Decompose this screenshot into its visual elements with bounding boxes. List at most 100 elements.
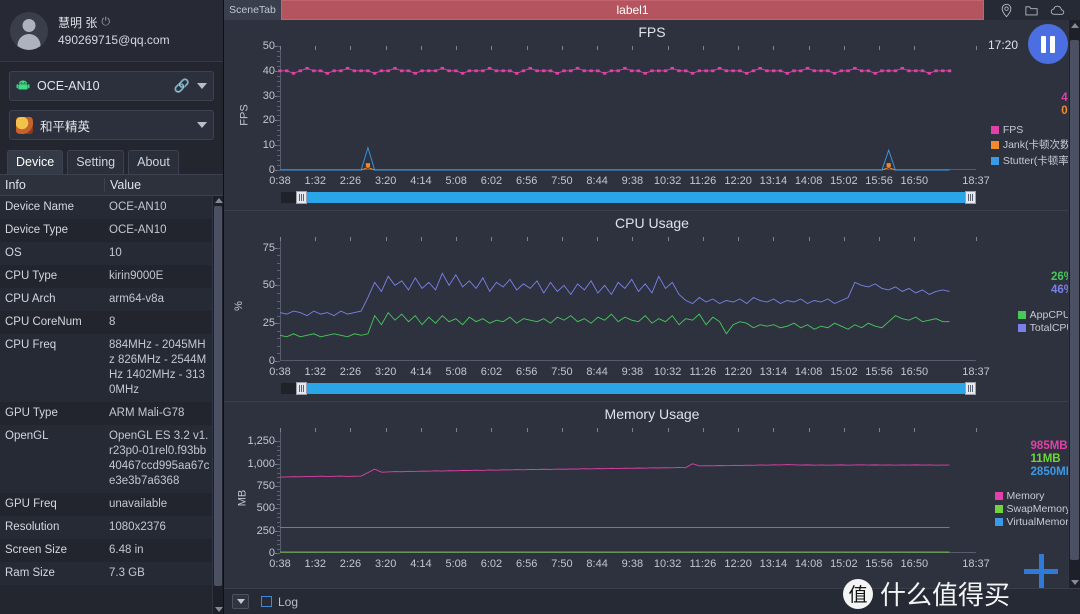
legend-item[interactable]: VirtualMemory bbox=[994, 516, 1074, 528]
legend-item[interactable]: SwapMemory bbox=[994, 503, 1075, 515]
chevron-down-icon[interactable] bbox=[197, 122, 207, 128]
table-row[interactable]: GPU Type ARM Mali-G78 bbox=[0, 402, 223, 425]
legend-item[interactable]: Stutter(卡顿率) bbox=[990, 153, 1074, 168]
scrollbar-handle-right[interactable] bbox=[965, 382, 976, 395]
plot-area[interactable]: 0 25 50 75 0:38 1:32 2:26 3:20 4:14 5:08 6:02 6:56 7… bbox=[263, 237, 990, 378]
table-row[interactable]: Resolution 1080x2376 bbox=[0, 516, 223, 539]
x-axis-tick-label: 3:20 bbox=[374, 175, 397, 187]
table-row[interactable]: CPU Arch arm64-v8a bbox=[0, 288, 223, 311]
pause-button[interactable] bbox=[1028, 24, 1068, 64]
table-row[interactable]: GPU Freq unavailable bbox=[0, 493, 223, 516]
x-axis-tick-label: 5:08 bbox=[445, 366, 467, 378]
legend-swatch bbox=[990, 156, 999, 165]
table-cell-value: OCE-AN10 bbox=[109, 201, 167, 213]
x-axis-tick-label: 15:02 bbox=[830, 558, 858, 570]
series-marker bbox=[508, 69, 512, 73]
legend-item[interactable]: Jank(卡顿次数) bbox=[990, 137, 1074, 152]
chart-memory: Memory Usage MB 0 250 500 750 1,000 1,250 0:38… bbox=[224, 402, 1080, 588]
table-row[interactable]: CPU Freq 884MHz - 2045MHz 826MHz - 2544MH… bbox=[0, 334, 223, 402]
scroll-down-icon[interactable] bbox=[215, 607, 223, 612]
power-icon[interactable]: ⏻ bbox=[101, 16, 110, 29]
timeline-scrollbar[interactable] bbox=[280, 191, 976, 204]
series-marker bbox=[717, 66, 722, 70]
legend-swatch bbox=[990, 140, 999, 149]
legend-label: Stutter(卡顿率) bbox=[1002, 155, 1073, 167]
x-axis-tick-label: 13:14 bbox=[759, 366, 788, 378]
scrollbar-fill[interactable] bbox=[302, 383, 967, 394]
series-marker bbox=[947, 69, 952, 73]
legend-item[interactable]: Memory bbox=[994, 490, 1075, 502]
scene-tab[interactable]: SceneTab bbox=[224, 0, 281, 20]
x-axis-tick-label: 10:32 bbox=[653, 558, 682, 570]
scroll-down-icon[interactable] bbox=[1071, 580, 1079, 585]
chart-title: CPU Usage bbox=[615, 215, 689, 231]
series-canvas bbox=[280, 237, 976, 361]
legend-item[interactable]: TotalCPU bbox=[1017, 322, 1074, 334]
scrollbar-handle-left[interactable] bbox=[296, 191, 307, 204]
x-axis-tick-label: 8:44 bbox=[586, 175, 608, 187]
series-marker bbox=[278, 69, 282, 73]
scroll-up-icon[interactable] bbox=[215, 198, 223, 203]
series-marker bbox=[528, 66, 532, 70]
x-axis-tick-label: 1:32 bbox=[304, 558, 326, 570]
scroll-thumb[interactable] bbox=[1070, 40, 1079, 560]
series-marker bbox=[913, 69, 918, 73]
log-checkbox[interactable] bbox=[261, 596, 272, 607]
series-marker bbox=[744, 71, 749, 75]
legend-item[interactable]: AppCPU bbox=[1017, 309, 1074, 321]
table-cell-value: 8 bbox=[109, 316, 116, 328]
y-axis-minor-tick bbox=[277, 170, 280, 171]
scrollbar-handle-left[interactable] bbox=[296, 382, 307, 395]
series-marker bbox=[372, 71, 377, 75]
tab-device[interactable]: Device bbox=[7, 150, 64, 174]
chevron-down-icon[interactable] bbox=[197, 83, 207, 89]
scrollbar-fill[interactable] bbox=[302, 192, 967, 203]
main-scrollbar[interactable] bbox=[1068, 20, 1080, 588]
table-row[interactable]: CPU Type kirin9000E bbox=[0, 265, 223, 288]
series-marker bbox=[291, 71, 296, 75]
sidebar-scrollbar[interactable] bbox=[212, 196, 223, 614]
series-marker bbox=[650, 69, 654, 73]
chart-title: FPS bbox=[638, 24, 666, 40]
table-row[interactable]: Device Type OCE-AN10 bbox=[0, 219, 223, 242]
plot-area[interactable]: 0 10 20 30 40 50 0:38 1:32 2:26 3:20 4:14 5:08 6:02 6… bbox=[263, 40, 990, 187]
log-checkbox-row[interactable]: Log bbox=[261, 595, 298, 609]
tab-about[interactable]: About bbox=[128, 150, 179, 174]
table-row[interactable]: CPU CoreNum 8 bbox=[0, 311, 223, 334]
table-row[interactable]: Screen Size 6.48 in bbox=[0, 539, 223, 562]
folder-icon[interactable] bbox=[1024, 3, 1039, 18]
charts-area: FPS FPS 0 10 20 30 40 50 0:38 1:32 2:26 3:20 4:14 5… bbox=[224, 20, 1080, 588]
location-pin-icon[interactable] bbox=[999, 3, 1014, 18]
scene-label[interactable]: label1 bbox=[281, 0, 984, 20]
timeline-scrollbar[interactable] bbox=[280, 382, 976, 395]
scrollbar-handle-right[interactable] bbox=[965, 191, 976, 204]
sidebar-tabs: Device Setting About bbox=[0, 140, 223, 174]
topbar-icons bbox=[984, 0, 1080, 20]
series-marker bbox=[670, 66, 675, 70]
link-icon[interactable]: 🔗 bbox=[174, 78, 190, 94]
series-marker bbox=[738, 69, 742, 73]
series-marker bbox=[413, 71, 418, 75]
table-row[interactable]: Device Name OCE-AN10 bbox=[0, 196, 223, 219]
series-marker bbox=[582, 69, 587, 73]
scroll-thumb[interactable] bbox=[214, 206, 222, 586]
x-axis-tick-label: 4:14 bbox=[410, 175, 432, 187]
series-marker bbox=[934, 69, 938, 73]
series-marker bbox=[656, 69, 661, 73]
plot-area[interactable]: 0 250 500 750 1,000 1,250 0:38 1:32 2:26 3:20 4:14… bbox=[247, 428, 990, 570]
table-row[interactable]: Ram Size 7.3 GB bbox=[0, 562, 223, 585]
add-button[interactable] bbox=[1024, 554, 1058, 588]
device-select[interactable]: OCE-AN10 🔗 bbox=[9, 71, 214, 101]
series-marker bbox=[433, 69, 438, 73]
y-axis-tick-label: 75 bbox=[262, 241, 275, 254]
table-row[interactable]: OpenGL OpenGL ES 3.2 v1.r23p0-01rel0.f93b… bbox=[0, 425, 223, 493]
tab-setting[interactable]: Setting bbox=[67, 150, 125, 174]
log-expand-toggle[interactable] bbox=[232, 594, 249, 609]
table-row[interactable]: OS 10 bbox=[0, 242, 223, 265]
series-marker bbox=[758, 66, 762, 70]
scroll-up-icon[interactable] bbox=[1071, 23, 1079, 28]
legend-item[interactable]: FPS bbox=[990, 124, 1074, 136]
app-select[interactable]: 和平精英 bbox=[9, 110, 214, 140]
series-marker bbox=[920, 69, 925, 73]
cloud-icon[interactable] bbox=[1049, 3, 1066, 18]
